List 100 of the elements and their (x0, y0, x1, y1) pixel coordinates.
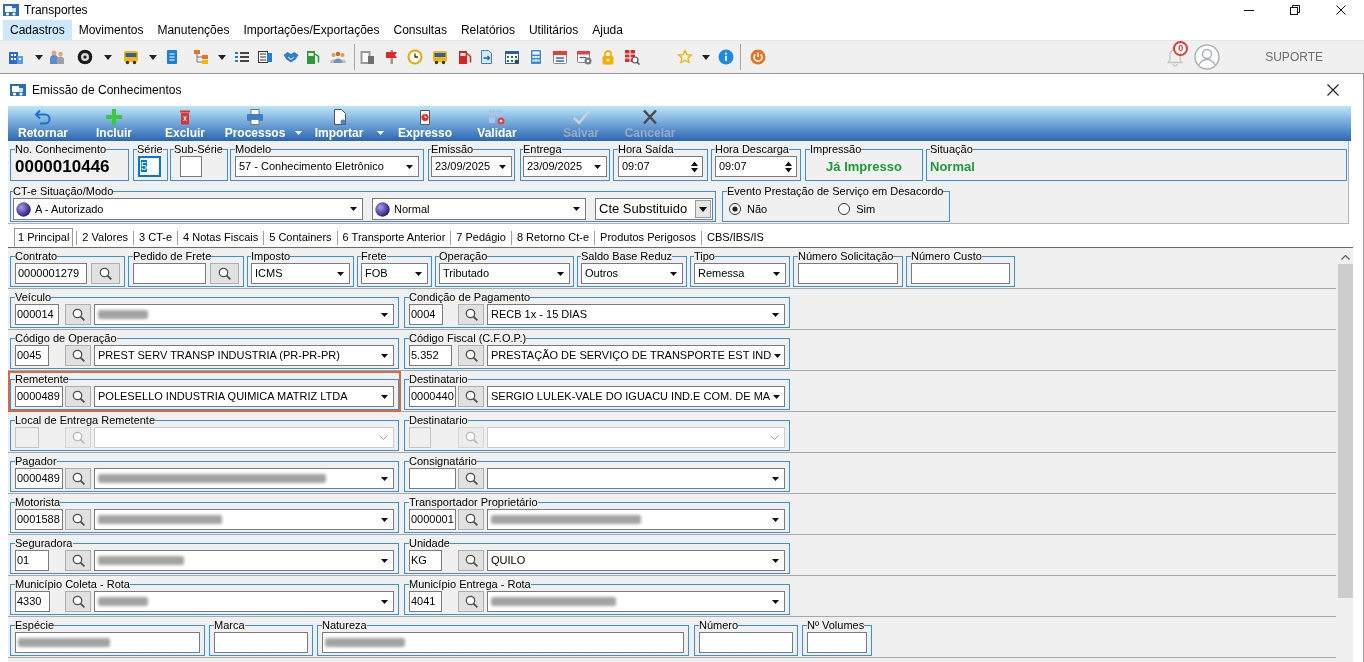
dropdown[interactable]: FOB (361, 263, 428, 284)
code-field[interactable]: 0000489 (15, 468, 63, 489)
code-field[interactable]: 0004 (409, 304, 443, 325)
dropdown[interactable]: POLESELLO INDUSTRIA QUIMICA MATRIZ LTDA (94, 386, 394, 407)
code-field[interactable]: 0000440 (409, 386, 456, 407)
document-lines-icon[interactable] (257, 49, 273, 65)
dropdown[interactable]: Outros (581, 263, 683, 284)
document-icon[interactable] (164, 49, 180, 65)
menu-item[interactable]: Cadastros (3, 19, 72, 40)
search-button[interactable] (458, 386, 484, 407)
input-field[interactable]: 5 (138, 156, 161, 177)
dropdown[interactable] (94, 509, 394, 530)
hierarchy-icon[interactable] (193, 49, 209, 65)
clipboard-icon[interactable] (359, 49, 375, 65)
menu-item[interactable]: Utilitários (521, 19, 586, 40)
tab[interactable]: 3 CT-e (137, 228, 175, 247)
tab[interactable]: 5 Containers (267, 228, 334, 247)
list-icon[interactable] (234, 49, 250, 65)
search-button[interactable] (65, 509, 91, 530)
input-field[interactable] (798, 263, 898, 284)
dropdown[interactable] (94, 591, 394, 612)
time-field[interactable]: 09:07 (618, 156, 703, 177)
code-field[interactable]: 4041 (409, 591, 442, 612)
dropdown[interactable]: QUILO (487, 550, 785, 571)
search-button[interactable] (458, 509, 484, 530)
search-button[interactable] (65, 591, 91, 612)
people-group-icon[interactable] (330, 49, 346, 65)
search-button[interactable] (458, 591, 484, 612)
time-field[interactable]: 09:07 (715, 156, 797, 177)
menu-item[interactable]: Ajuda (585, 19, 630, 40)
tab[interactable]: 2 Valores (80, 228, 130, 247)
dropdown[interactable]: Remessa (694, 263, 786, 284)
dropdown[interactable]: A - Autorizado (13, 198, 363, 220)
clock-icon[interactable] (407, 49, 423, 65)
people-icon[interactable] (49, 49, 65, 65)
search-button[interactable] (458, 345, 484, 366)
search-button[interactable] (65, 468, 91, 489)
tab[interactable]: 1 Principal (14, 228, 74, 247)
code-field[interactable] (409, 468, 456, 489)
search-button[interactable] (458, 468, 484, 489)
table-search-icon[interactable] (624, 49, 640, 65)
caret-icon[interactable] (149, 54, 157, 60)
calculator-icon[interactable] (528, 49, 544, 65)
input-field[interactable] (699, 632, 793, 653)
search-button[interactable] (210, 263, 239, 284)
code-field[interactable]: KG (409, 550, 442, 571)
search-button[interactable] (65, 386, 91, 407)
tab[interactable]: CBS/IBS/IS (705, 228, 766, 247)
caret-icon[interactable] (702, 54, 710, 60)
input-field[interactable]: 0000001279 (15, 263, 87, 284)
dropdown[interactable] (94, 304, 394, 325)
fuel-pump-icon[interactable] (457, 49, 473, 65)
code-field[interactable]: 01 (15, 550, 49, 571)
dropdown[interactable]: Tributado (439, 263, 570, 284)
dropdown[interactable]: 57 - Conhecimento Eletrônico (235, 156, 419, 177)
dropdown[interactable] (94, 468, 394, 489)
calendar-gear-icon[interactable] (576, 49, 592, 65)
search-button[interactable] (458, 304, 484, 325)
code-field[interactable]: 000014 (15, 304, 59, 325)
dropdown[interactable] (94, 550, 394, 571)
dropdown[interactable]: PREST SERV TRANSP INDUSTRIA (PR-PR-PR) (94, 345, 394, 366)
dropdown[interactable] (487, 591, 785, 612)
menu-item[interactable]: Movimentos (71, 19, 151, 40)
add-button[interactable]: Incluir (78, 106, 150, 141)
code-field[interactable]: 0000001 (409, 509, 456, 530)
input-field[interactable] (214, 632, 308, 653)
dropdown[interactable]: 23/09/2025 (523, 156, 607, 177)
scrollbar-thumb[interactable] (1337, 264, 1353, 598)
search-button[interactable] (65, 304, 91, 325)
radio-option[interactable]: Não (729, 200, 768, 218)
power-icon[interactable] (750, 49, 766, 65)
tab[interactable]: Produtos Perigosos (598, 228, 699, 247)
caret-icon[interactable] (104, 54, 112, 60)
dropdown[interactable]: 23/09/2025 (431, 156, 512, 177)
bell-icon[interactable] (1165, 47, 1186, 67)
input-field[interactable] (807, 632, 867, 653)
input-field[interactable] (911, 263, 1010, 284)
menu-item[interactable]: Importações/Exportações (236, 19, 387, 40)
dropdown[interactable]: SERGIO LULEK-VALE DO IGUACU IND.E COM. DE MA (487, 386, 785, 407)
search-button[interactable] (65, 345, 91, 366)
delete-button[interactable]: Excluir (150, 106, 220, 141)
validate-button[interactable]: Validar (462, 106, 532, 141)
star-icon[interactable] (677, 49, 693, 65)
express-button[interactable]: Expresso (388, 106, 462, 141)
tire-icon[interactable] (77, 49, 93, 65)
tab[interactable]: 7 Pedágio (454, 228, 508, 247)
handshake-icon[interactable] (283, 49, 299, 65)
tab[interactable]: 6 Transporte Anterior (340, 228, 448, 247)
processes-button[interactable]: Processos (220, 106, 306, 141)
tab[interactable]: 8 Retorno Ct-e (514, 228, 592, 247)
input-field[interactable] (180, 156, 202, 177)
dropdown[interactable]: Normal (372, 198, 586, 220)
search-button[interactable] (65, 550, 91, 571)
dropdown[interactable]: Cte Substituido (595, 198, 713, 220)
buildings-icon[interactable] (8, 49, 24, 65)
tab[interactable]: 4 Notas Fiscais (181, 228, 261, 247)
flag-icon[interactable] (384, 49, 400, 65)
dropdown[interactable]: PRESTAÇÃO DE SERVIÇO DE TRANSPORTE EST IND (487, 345, 785, 366)
calendar-grid-icon[interactable] (504, 49, 520, 65)
code-field[interactable]: 0001588 (15, 509, 63, 530)
